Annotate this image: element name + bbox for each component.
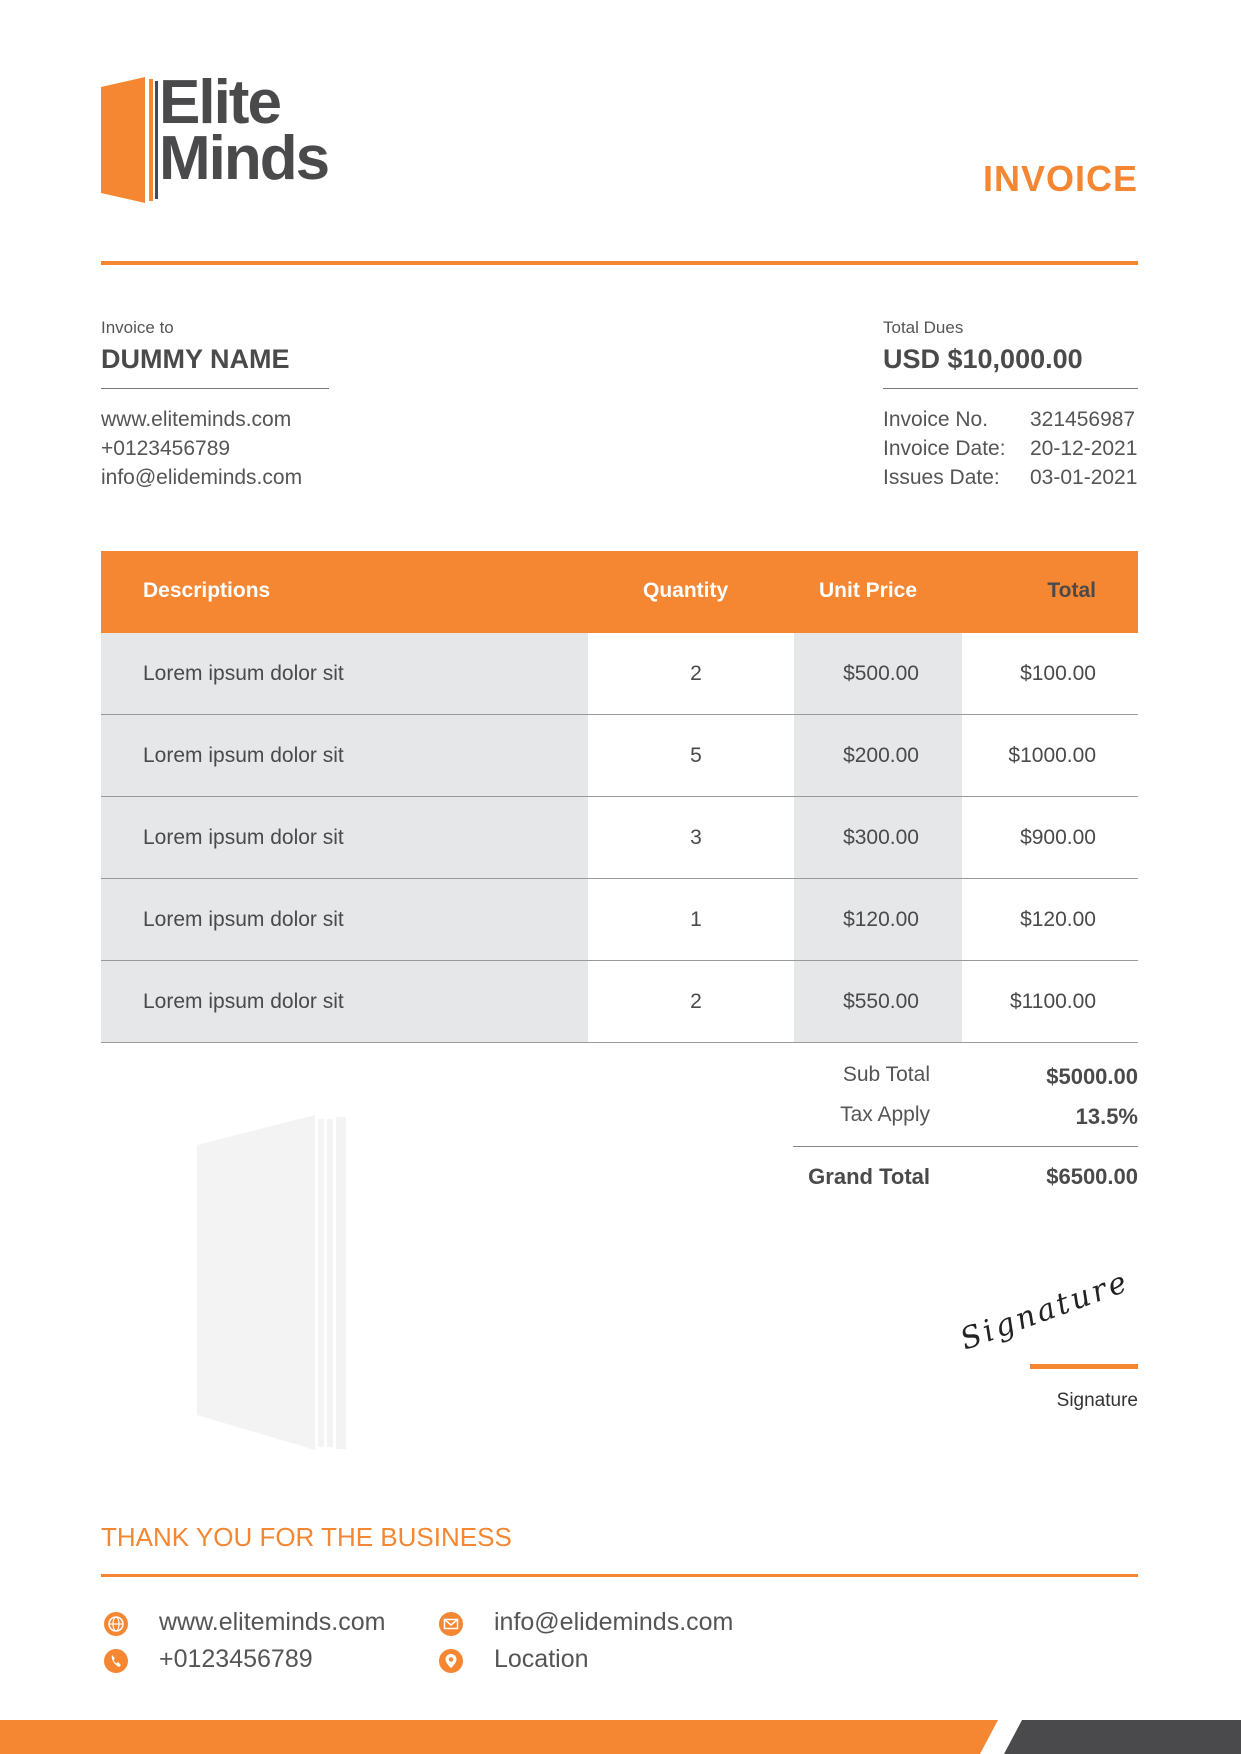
item-unit-price: $200.00 — [843, 743, 919, 767]
customer-email: info@elideminds.com — [101, 466, 303, 489]
header-total: Total — [1047, 579, 1096, 602]
total-dues-label: Total Dues — [883, 318, 964, 337]
customer-phone: +0123456789 — [101, 437, 231, 460]
invoice-number: 321456987 — [1030, 408, 1136, 431]
item-description: Lorem ipsum dolor sit — [143, 661, 344, 685]
issue-date-row: Issues Date: 03-01-2021 — [883, 463, 1137, 492]
footer-color-bar — [0, 1720, 1241, 1754]
table-body: Lorem ipsum dolor sit 2 $500.00 $100.00 Lore… — [101, 633, 1138, 1043]
signature-script-text: Signature — [956, 1270, 1134, 1358]
customer-divider — [101, 388, 329, 389]
logo-line-elite: Elite — [159, 68, 282, 137]
item-unit-price: $550.00 — [843, 989, 919, 1013]
item-total: $1100.00 — [1009, 989, 1096, 1013]
item-total: $900.00 — [1020, 825, 1096, 849]
item-quantity: 3 — [690, 825, 702, 849]
thank-you-message: THANK YOU FOR THE BUSINESS — [101, 1522, 512, 1552]
grand-total-label: Grand Total — [808, 1164, 930, 1189]
issue-date: 03-01-2021 — [1030, 466, 1138, 489]
invoice-meta: Invoice No. 321456987 Invoice Date: 20-1… — [883, 405, 1137, 492]
signature-underline — [1030, 1364, 1138, 1369]
table-row: Lorem ipsum dolor sit 3 $300.00 $900.00 — [101, 797, 1138, 879]
table-row: Lorem ipsum dolor sit 2 $500.00 $100.00 — [101, 633, 1138, 715]
logo-line-minds: Minds — [159, 124, 330, 193]
signature-label: Signature — [1056, 1390, 1138, 1411]
invoice-number-row: Invoice No. 321456987 — [883, 405, 1137, 434]
tax-label: Tax Apply — [840, 1103, 930, 1126]
document-title: INVOICE — [982, 158, 1138, 199]
signature-script: Signature — [956, 1270, 1134, 1358]
invoice-date-row: Invoice Date: 20-12-2021 — [883, 434, 1137, 463]
globe-icon — [104, 1612, 128, 1636]
mail-icon — [439, 1612, 463, 1636]
item-unit-price: $500.00 — [843, 661, 919, 685]
table-row: Lorem ipsum dolor sit 1 $120.00 $120.00 — [101, 879, 1138, 961]
item-quantity: 2 — [690, 989, 702, 1013]
customer-contact: www.eliteminds.com +0123456789 info@elid… — [101, 405, 302, 492]
header-descriptions: Descriptions — [143, 579, 271, 602]
table-header: Descriptions Quantity Unit Price Total — [101, 551, 1138, 633]
totals-divider — [793, 1146, 1138, 1147]
company-logo: Elite Minds — [101, 68, 361, 205]
customer-website: www.eliteminds.com — [101, 408, 292, 431]
dues-divider — [883, 388, 1138, 389]
invoice-date: 20-12-2021 — [1030, 437, 1138, 460]
invoice-date-label: Invoice Date: — [883, 437, 1006, 460]
tax-value: 13.5% — [1075, 1104, 1138, 1129]
grand-total-value: $6500.00 — [1046, 1164, 1138, 1189]
footer-website: www.eliteminds.com — [159, 1608, 386, 1636]
issue-date-label: Issues Date: — [883, 466, 1000, 489]
invoice-number-label: Invoice No. — [883, 408, 989, 431]
header-divider — [101, 261, 1138, 265]
footer-email: info@elideminds.com — [494, 1608, 734, 1636]
item-total: $120.00 — [1020, 907, 1096, 931]
line-items-table: Descriptions Quantity Unit Price Total L… — [101, 551, 1138, 1043]
header-quantity: Quantity — [643, 579, 729, 602]
item-quantity: 1 — [690, 907, 702, 931]
footer-phone: +0123456789 — [159, 1645, 313, 1673]
invoice-to-label: Invoice to — [101, 318, 174, 337]
header-unit-price: Unit Price — [819, 579, 918, 602]
item-total: $1000.00 — [1008, 743, 1096, 767]
item-description: Lorem ipsum dolor sit — [143, 743, 344, 767]
book-watermark-icon — [197, 1115, 346, 1450]
table-row: Lorem ipsum dolor sit 2 $550.00 $1100.00 — [101, 961, 1138, 1043]
item-description: Lorem ipsum dolor sit — [143, 907, 344, 931]
subtotal-value: $5000.00 — [1046, 1064, 1138, 1089]
item-quantity: 5 — [690, 743, 702, 767]
total-dues-amount: USD $10,000.00 — [883, 344, 1083, 374]
item-total: $100.00 — [1020, 661, 1096, 685]
item-unit-price: $120.00 — [843, 907, 919, 931]
item-description: Lorem ipsum dolor sit — [143, 825, 344, 849]
location-pin-icon — [439, 1649, 463, 1673]
customer-name: DUMMY NAME — [101, 344, 290, 374]
item-quantity: 2 — [690, 661, 702, 685]
phone-icon — [104, 1649, 128, 1673]
footer-location: Location — [494, 1645, 589, 1673]
footer-divider — [101, 1574, 1138, 1577]
logo-wordmark: Elite Minds — [159, 68, 330, 193]
item-description: Lorem ipsum dolor sit — [143, 989, 344, 1013]
book-logo-icon — [101, 77, 158, 203]
item-unit-price: $300.00 — [843, 825, 919, 849]
subtotal-label: Sub Total — [842, 1063, 930, 1086]
table-row: Lorem ipsum dolor sit 5 $200.00 $1000.00 — [101, 715, 1138, 797]
